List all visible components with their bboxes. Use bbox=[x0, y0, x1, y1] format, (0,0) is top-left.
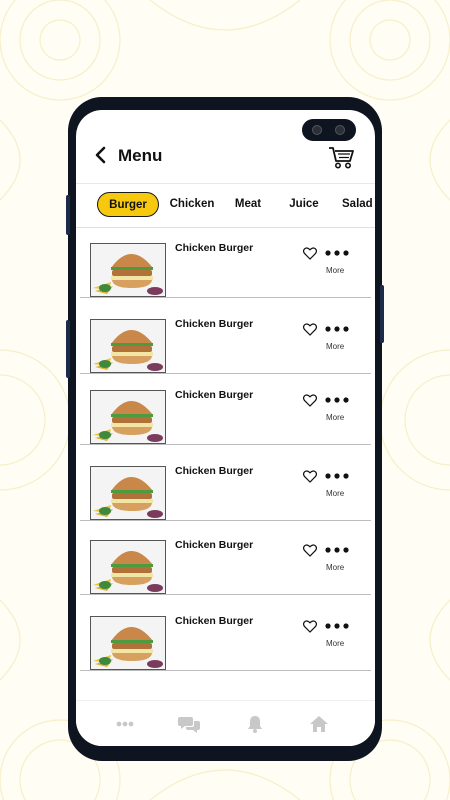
tabs-divider bbox=[76, 227, 375, 228]
heart-icon[interactable] bbox=[303, 394, 317, 407]
burger-illustration bbox=[91, 617, 165, 669]
row-divider bbox=[80, 373, 371, 374]
phone-side-button bbox=[380, 285, 384, 343]
tab-burger[interactable]: Burger bbox=[97, 192, 159, 217]
burger-image bbox=[90, 540, 166, 594]
page-title: Menu bbox=[118, 146, 163, 165]
app-header: Menu bbox=[76, 110, 375, 186]
tab-meat[interactable]: Meat bbox=[230, 192, 266, 217]
burger-illustration bbox=[91, 467, 165, 519]
chat-icon[interactable] bbox=[178, 715, 200, 733]
burger-image bbox=[90, 390, 166, 444]
more-options-icon[interactable] bbox=[325, 547, 349, 553]
heart-icon[interactable] bbox=[303, 247, 317, 260]
more-options-icon[interactable] bbox=[325, 397, 349, 403]
more-options-icon[interactable] bbox=[325, 623, 349, 629]
heart-icon[interactable] bbox=[303, 544, 317, 557]
more-label[interactable]: More bbox=[326, 489, 344, 498]
item-name: Chicken Burger bbox=[175, 242, 254, 254]
header-divider bbox=[76, 183, 375, 184]
row-divider bbox=[80, 444, 371, 445]
item-name: Chicken Burger bbox=[175, 389, 254, 401]
item-name: Chicken Burger bbox=[175, 318, 254, 330]
phone-side-button bbox=[66, 320, 70, 378]
more-label[interactable]: More bbox=[326, 342, 344, 351]
more-label[interactable]: More bbox=[326, 266, 344, 275]
burger-illustration bbox=[91, 391, 165, 443]
heart-icon[interactable] bbox=[303, 470, 317, 483]
burger-image bbox=[90, 616, 166, 670]
more-label[interactable]: More bbox=[326, 563, 344, 572]
tab-juice[interactable]: Juice bbox=[286, 192, 322, 217]
back-arrow-icon[interactable] bbox=[93, 145, 109, 165]
burger-image bbox=[90, 319, 166, 373]
more-dots-icon[interactable] bbox=[116, 721, 134, 727]
more-options-icon[interactable] bbox=[325, 326, 349, 332]
row-divider bbox=[80, 297, 371, 298]
heart-icon[interactable] bbox=[303, 323, 317, 336]
burger-illustration bbox=[91, 320, 165, 372]
item-name: Chicken Burger bbox=[175, 615, 254, 627]
more-options-icon[interactable] bbox=[325, 250, 349, 256]
item-name: Chicken Burger bbox=[175, 539, 254, 551]
burger-illustration bbox=[91, 244, 165, 296]
phone-side-button bbox=[66, 195, 70, 235]
more-label[interactable]: More bbox=[326, 639, 344, 648]
phone-screen: Menu Burger Chicken Meat Juice Salad Chi… bbox=[76, 110, 375, 746]
row-divider bbox=[80, 670, 371, 671]
row-divider bbox=[80, 520, 371, 521]
more-label[interactable]: More bbox=[326, 413, 344, 422]
burger-illustration bbox=[91, 541, 165, 593]
burger-image bbox=[90, 466, 166, 520]
item-name: Chicken Burger bbox=[175, 465, 254, 477]
home-icon[interactable] bbox=[309, 715, 329, 733]
heart-icon[interactable] bbox=[303, 620, 317, 633]
burger-image bbox=[90, 243, 166, 297]
tab-chicken[interactable]: Chicken bbox=[168, 192, 216, 217]
row-divider bbox=[80, 594, 371, 595]
tab-salad[interactable]: Salad bbox=[342, 192, 375, 217]
category-tabs: Burger Chicken Meat Juice Salad bbox=[76, 192, 375, 222]
bell-icon[interactable] bbox=[247, 715, 263, 733]
cart-icon[interactable] bbox=[328, 144, 354, 170]
more-options-icon[interactable] bbox=[325, 473, 349, 479]
bottom-navigation bbox=[76, 700, 375, 746]
